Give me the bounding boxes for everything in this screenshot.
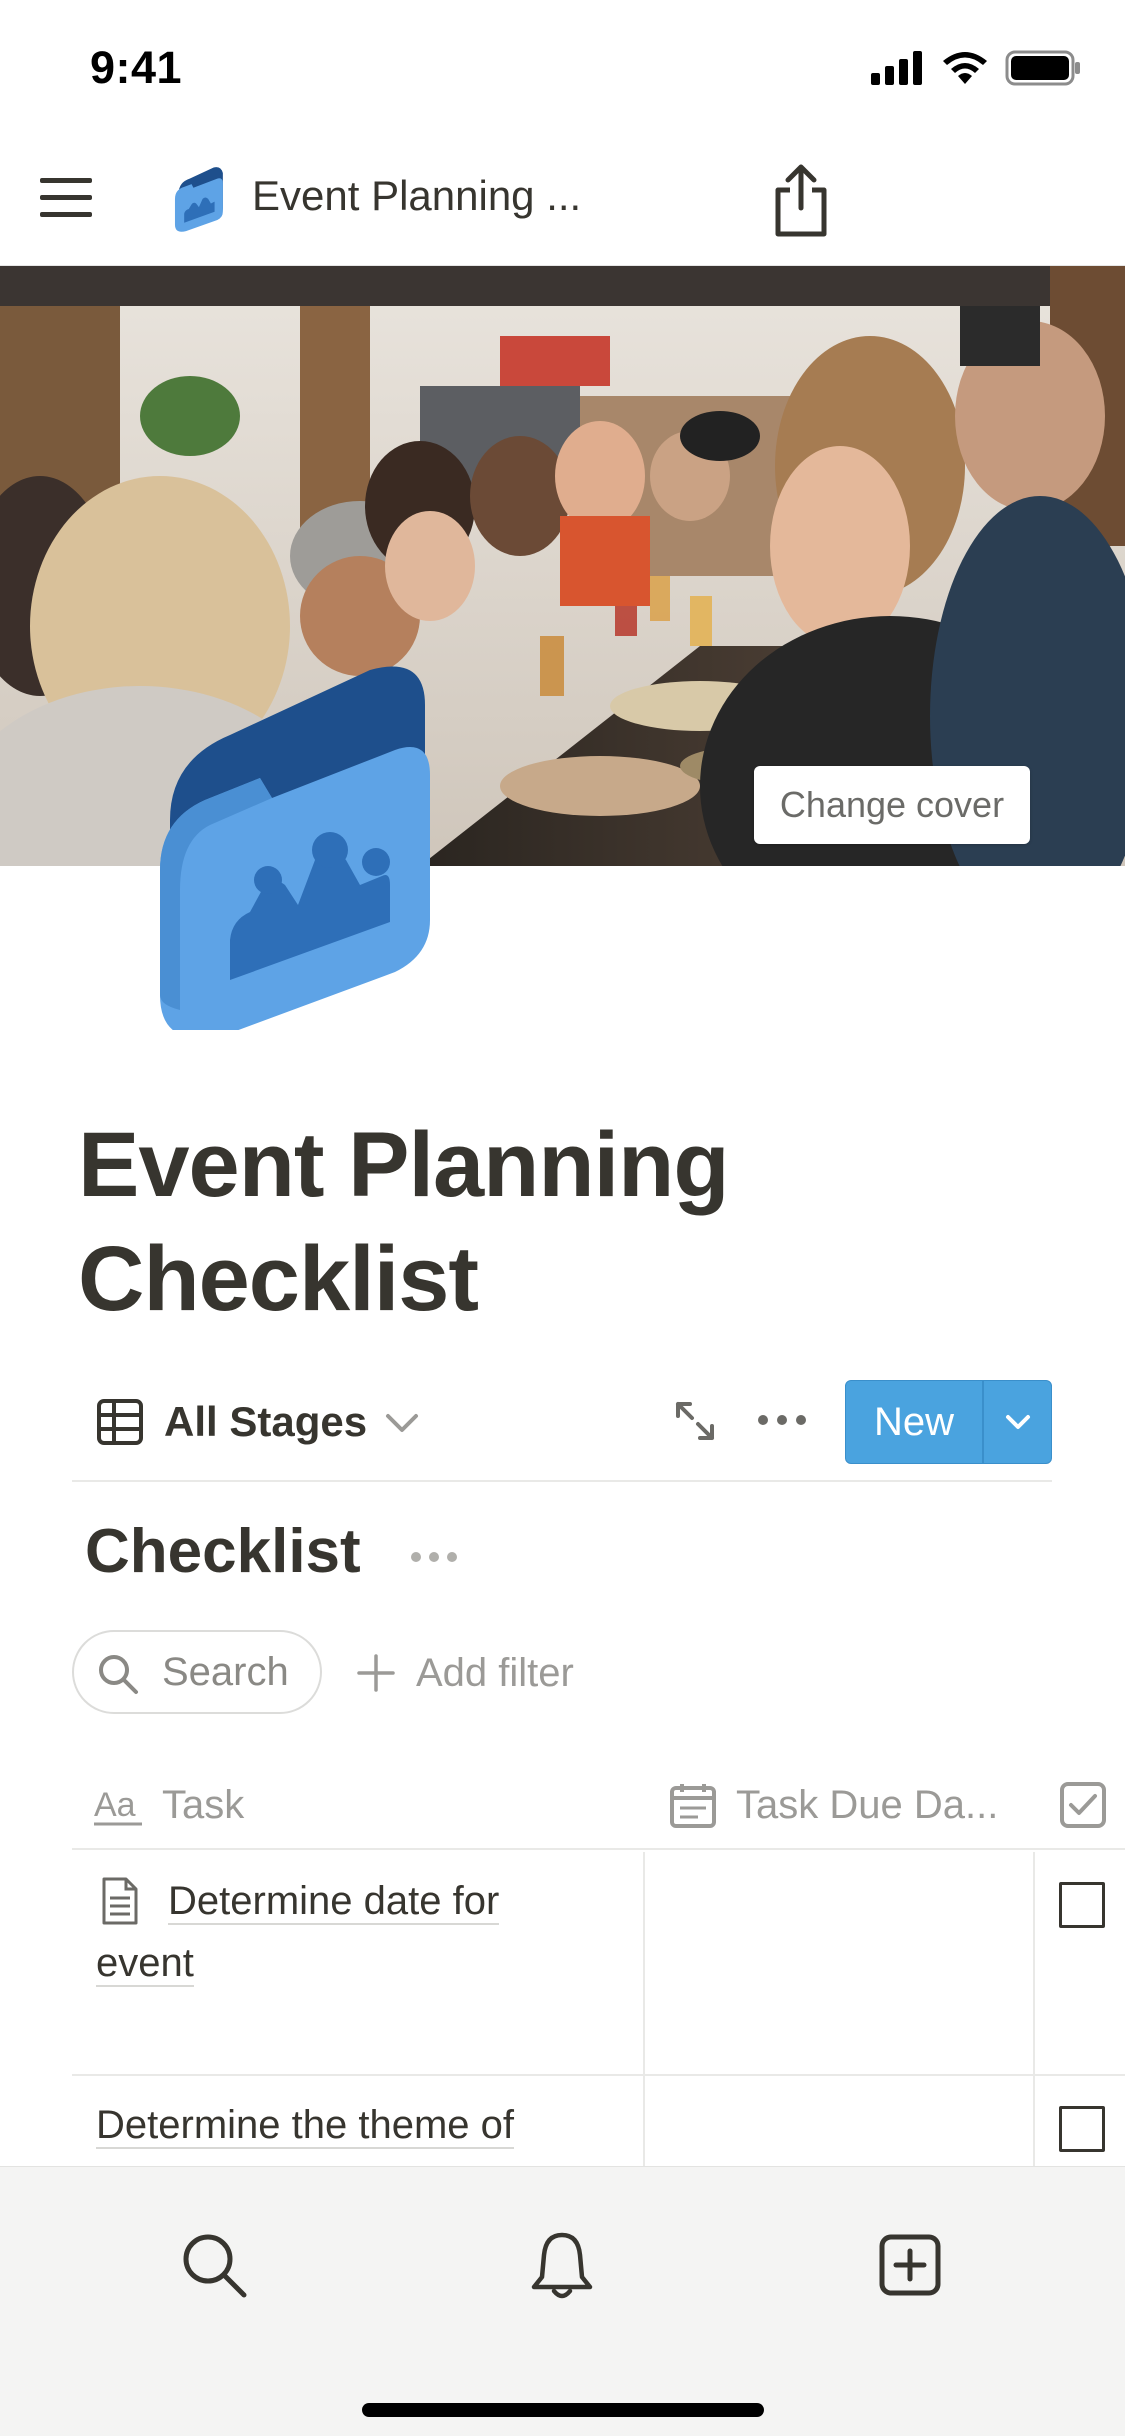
table-icon [97,1399,143,1445]
chevron-down-icon [1005,1415,1030,1429]
done-checkbox[interactable] [1059,2106,1105,2152]
wifi-icon [943,52,987,84]
database-title[interactable]: Checklist [85,1516,361,1587]
status-time: 9:41 [90,42,183,93]
new-button[interactable]: New [846,1381,982,1463]
plus-icon [357,1654,395,1692]
task-title[interactable]: Determine date for [168,1870,500,1932]
database-more-icon[interactable] [410,1550,458,1564]
page-icon-small[interactable] [168,162,228,232]
table-header: Aa Task Task Due Da... [72,1760,1125,1850]
new-dropdown-button[interactable] [984,1381,1051,1463]
calendar-icon [670,1784,716,1828]
column-divider [1033,1852,1035,2074]
signal-icon [871,51,922,85]
add-filter-button[interactable]: Add filter [356,1648,574,1698]
expand-icon[interactable] [672,1398,718,1444]
share-button[interactable] [766,162,836,238]
new-page-icon[interactable] [874,2229,946,2301]
nav-page-title[interactable]: Event Planning ... [252,172,581,220]
folder-people-icon [174,167,223,232]
column-header-due-date[interactable]: Task Due Da... [668,1760,998,1850]
done-checkbox[interactable] [1059,1882,1105,1928]
share-icon [775,164,827,237]
chevron-down-icon[interactable] [384,1408,420,1438]
bell-icon[interactable] [526,2229,598,2301]
change-cover-button[interactable]: Change cover [754,766,1030,844]
status-icons [871,50,1081,86]
menu-button[interactable] [36,168,96,228]
top-nav: Event Planning ... [0,132,1125,266]
search-icon[interactable] [178,2229,250,2301]
text-property-icon: Aa [94,1786,142,1826]
folder-people-icon [160,666,430,1039]
search-button[interactable]: Search [72,1630,322,1714]
column-label: Task Due Da... [736,1782,999,1827]
add-filter-label: Add filter [416,1650,574,1695]
document-icon [102,1877,138,1925]
task-title-continued[interactable]: event [96,1932,194,1994]
battery-icon [1005,50,1080,86]
column-header-task[interactable]: Aa Task [94,1760,244,1850]
column-divider [643,1852,645,2074]
task-title[interactable]: Determine the theme of [96,2094,514,2156]
bottom-tab-bar [0,2166,1125,2436]
column-label: Task [162,1782,245,1827]
more-options-icon[interactable] [756,1412,808,1428]
checkbox-property-icon [1060,1782,1106,1828]
page-icon[interactable] [150,650,440,1039]
hamburger-icon [40,178,92,217]
view-selector-label[interactable]: All Stages [164,1398,367,1446]
search-icon [99,1655,138,1694]
page-title[interactable]: Event Planning Checklist [78,1108,1058,1336]
home-indicator [362,2403,764,2417]
search-label: Search [162,1650,289,1694]
column-header-done[interactable] [1058,1760,1108,1850]
view-bar: All Stages New [72,1378,1052,1482]
new-button-group: New [845,1380,1052,1464]
svg-text:Aa: Aa [94,1786,136,1824]
table-row[interactable]: Determine date for event [72,1852,1125,2076]
status-bar: 9:41 [0,0,1125,132]
